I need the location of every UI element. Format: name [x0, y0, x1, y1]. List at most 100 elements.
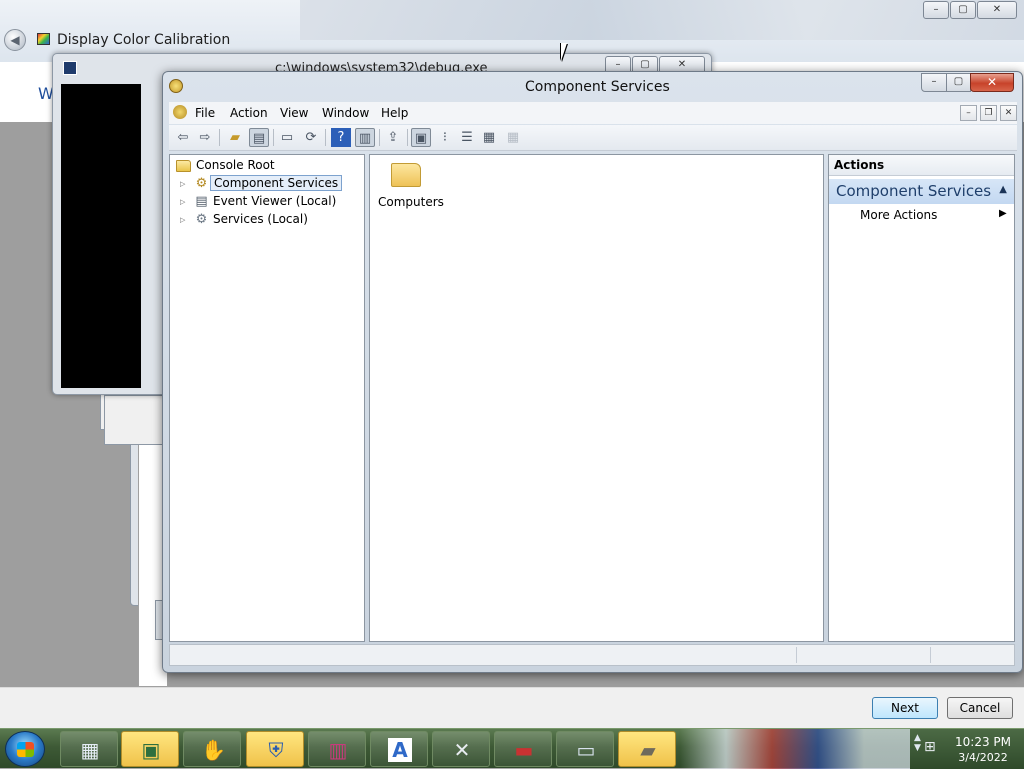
font-icon: A [388, 738, 412, 762]
child-restore-button[interactable]: ❐ [980, 105, 997, 121]
tree-item-label: Console Root [196, 158, 275, 172]
back-arrow-icon[interactable]: ◀ [4, 29, 26, 51]
menu-bar: File Action View Window Help – ❐ ✕ [169, 102, 1017, 124]
services-gear-icon: ⚙ [195, 212, 208, 227]
close-button[interactable]: ✕ [970, 73, 1014, 92]
taskbar-app[interactable]: A [370, 731, 428, 767]
show-hidden-icons-button[interactable]: ▲ ▼ [914, 733, 921, 753]
clock-date[interactable]: 3/4/2022 [948, 751, 1018, 764]
tree-item-label: Services (Local) [213, 212, 308, 226]
console-icon [63, 61, 77, 75]
close-button[interactable]: ✕ [977, 1, 1017, 19]
component-services-icon: ⚙ [195, 176, 208, 191]
calibration-icon [37, 33, 50, 45]
console-tree-pane[interactable]: Console Root ▷ ⚙ Component Services ▷ ▤ … [169, 154, 365, 642]
collapse-arrow-icon[interactable]: ▲ [999, 184, 1007, 195]
actions-pane: Actions Component Services ▲ More Action… [828, 154, 1015, 642]
taskbar-app[interactable]: ▭ [556, 731, 614, 767]
list-view-icon[interactable]: ☰ [457, 128, 477, 147]
component-services-window[interactable]: Component Services – ▢ ✕ File Action Vie… [162, 71, 1023, 673]
clock-time[interactable]: 10:23 PM [948, 735, 1018, 749]
actions-header: Actions [829, 155, 1014, 176]
expand-arrow-icon[interactable]: ▷ [180, 180, 189, 189]
taskbar-app[interactable]: ▬ [494, 731, 552, 767]
menu-help[interactable]: Help [381, 106, 408, 120]
tree-item-component-services[interactable]: ▷ ⚙ Component Services [180, 175, 360, 193]
minimize-button[interactable]: – [921, 73, 947, 92]
toolbar: ⇦ ⇨ ▰ ▤ ▭ ⟳ ? ▥ ⇪ ▣ ⁝ ☰ ▦ ▦ [169, 125, 1017, 151]
taskbar-background-art [680, 729, 910, 769]
child-close-button[interactable]: ✕ [1000, 105, 1017, 121]
show-action-pane-icon[interactable]: ▥ [355, 128, 375, 147]
menu-window[interactable]: Window [322, 106, 369, 120]
export-list-icon[interactable]: ⇪ [383, 128, 403, 147]
media-icon: ▣ [141, 738, 161, 762]
minimize-button[interactable]: – [923, 1, 949, 19]
scanner-icon: ▰ [640, 738, 656, 762]
tree-item-services[interactable]: ▷ ⚙ Services (Local) [180, 212, 360, 229]
dxdiag-icon: ✕ [453, 738, 471, 762]
tree-item-console-root[interactable]: Console Root [176, 158, 356, 175]
calibration-title: Display Color Calibration [57, 32, 231, 48]
details-view-icon[interactable]: ▦ [479, 128, 499, 147]
network-icon[interactable]: ⊞ [924, 739, 936, 755]
taskbar-app[interactable]: ✋ [183, 731, 241, 767]
taskbar: ▦ ▣ ✋ ⛨ ▥ A ✕ ▬ ▭ ▰ ▲ ▼ ⊞ 10:23 PM 3/4/20… [0, 728, 1024, 769]
result-item-label: Computers [378, 195, 444, 209]
maximize-button[interactable]: ▢ [950, 1, 976, 19]
properties-icon[interactable]: ▭ [277, 128, 297, 147]
tree-item-event-viewer[interactable]: ▷ ▤ Event Viewer (Local) [180, 194, 360, 211]
console-menu-icon[interactable] [173, 105, 187, 119]
status-separator [796, 647, 797, 663]
actions-section-header[interactable]: Component Services ▲ [829, 179, 1014, 204]
windows-logo-icon [17, 742, 34, 757]
taskbar-app[interactable]: ▥ [308, 731, 366, 767]
small-icons-view-icon[interactable]: ⁝ [435, 128, 455, 147]
submenu-arrow-icon[interactable]: ▶ [999, 208, 1007, 219]
cancel-button[interactable]: Cancel [947, 697, 1013, 719]
blurred-background [300, 0, 1024, 40]
expand-arrow-icon[interactable]: ▷ [180, 198, 189, 207]
paint-icon: ✋ [201, 738, 226, 762]
taskbar-app[interactable]: ▦ [60, 731, 118, 767]
back-icon[interactable]: ⇦ [173, 128, 193, 147]
maximize-button[interactable]: ▢ [946, 73, 971, 92]
help-icon[interactable]: ? [331, 128, 351, 147]
child-minimize-button[interactable]: – [960, 105, 977, 121]
taskbar-app[interactable]: ⛨ [246, 731, 304, 767]
folder-icon [391, 163, 421, 187]
taskbar-app[interactable]: ▣ [121, 731, 179, 767]
toolbar-separator [379, 129, 380, 146]
forward-icon[interactable]: ⇨ [195, 128, 215, 147]
results-pane[interactable]: Computers [369, 154, 824, 642]
menu-file[interactable]: File [195, 106, 215, 120]
expand-arrow-icon[interactable]: ▷ [180, 216, 189, 225]
taskbar-app[interactable]: ▰ [618, 731, 676, 767]
event-viewer-icon: ▤ [195, 194, 208, 209]
mouse-pointer-icon [561, 43, 573, 61]
toolbar-separator [273, 129, 274, 146]
status-separator [930, 647, 931, 663]
menu-action[interactable]: Action [230, 106, 268, 120]
status-view-icon[interactable]: ▦ [503, 128, 523, 147]
titlebar[interactable]: Component Services – ▢ ✕ [163, 72, 1022, 100]
status-bar [169, 644, 1015, 666]
start-button[interactable] [5, 731, 45, 767]
taskbar-app[interactable]: ✕ [432, 731, 490, 767]
up-folder-icon[interactable]: ▰ [225, 128, 245, 147]
computer-icon: ▭ [576, 738, 596, 762]
large-icons-view-icon[interactable]: ▣ [411, 128, 431, 147]
toolbar-separator [219, 129, 220, 146]
menu-view[interactable]: View [280, 106, 308, 120]
actions-section-title: Component Services [836, 182, 992, 200]
show-hide-tree-icon[interactable]: ▤ [249, 128, 269, 147]
next-button[interactable]: Next [872, 697, 938, 719]
refresh-icon[interactable]: ⟳ [301, 128, 321, 147]
component-services-icon [169, 79, 183, 93]
winrar-icon: ▥ [328, 738, 348, 762]
toolbox-icon: ▬ [514, 738, 534, 762]
background-dialog-stack [104, 395, 164, 445]
window-title: Component Services [525, 79, 670, 95]
console-output[interactable] [61, 84, 141, 388]
more-actions-link[interactable]: More Actions [860, 208, 937, 222]
